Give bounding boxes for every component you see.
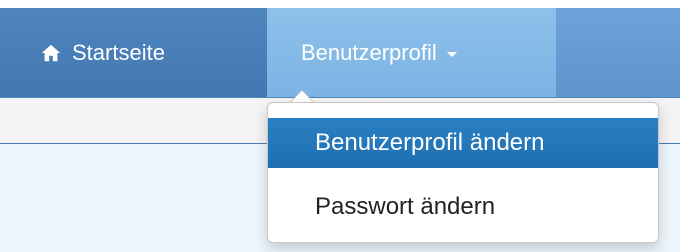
menu-item-edit-profile[interactable]: Benutzerprofil ändern xyxy=(268,118,658,168)
menu-item-change-password[interactable]: Passwort ändern xyxy=(268,182,658,232)
top-navbar: Startseite Benutzerprofil xyxy=(0,8,680,98)
top-strip xyxy=(0,0,680,8)
nav-profile-label: Benutzerprofil xyxy=(301,39,437,65)
nav-item-home[interactable]: Startseite xyxy=(0,8,267,97)
nav-item-benutzerprofil[interactable]: Benutzerprofil xyxy=(267,8,556,97)
menu-item-label: Benutzerprofil ändern xyxy=(315,129,545,156)
profile-dropdown-menu: Benutzerprofil ändern Passwort ändern xyxy=(267,102,659,243)
nav-home-label: Startseite xyxy=(72,39,165,65)
menu-item-label: Passwort ändern xyxy=(315,193,496,220)
home-icon xyxy=(41,44,61,61)
caret-down-icon xyxy=(446,51,457,57)
